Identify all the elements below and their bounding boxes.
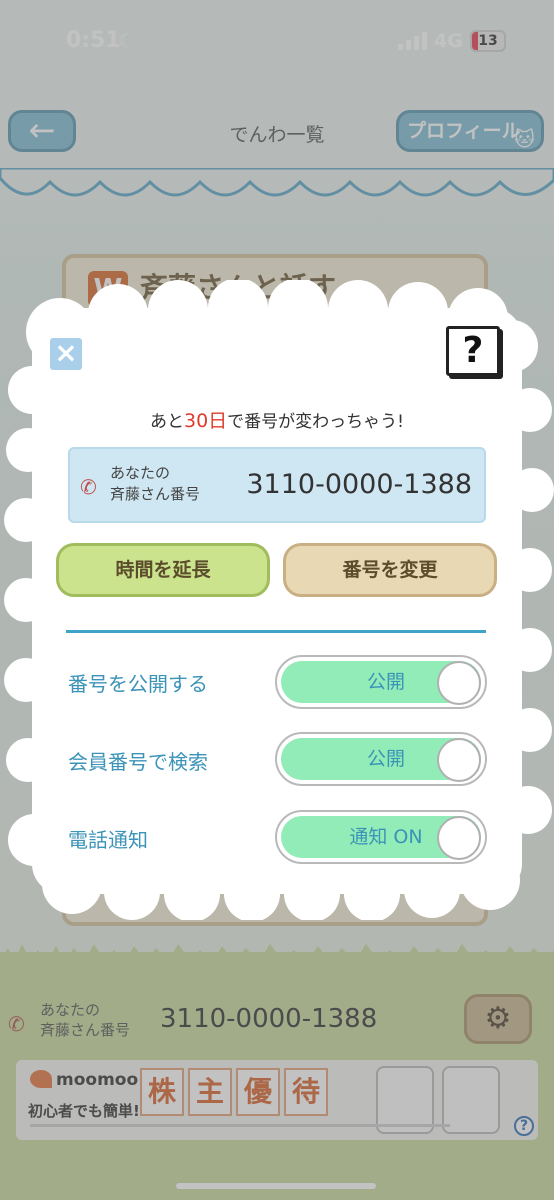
toggle-text: 通知 ON	[349, 826, 423, 848]
close-button[interactable]: ×	[50, 338, 82, 370]
toggle-knob[interactable]	[437, 661, 481, 705]
help-button[interactable]: ?	[446, 326, 500, 376]
my-number-label: あなたの 斉藤さん番号	[110, 463, 200, 505]
notice-suffix: で番号が変わっちゃう!	[227, 412, 404, 432]
extend-time-button[interactable]: 時間を延長	[56, 543, 270, 597]
help-icon: ?	[462, 330, 484, 371]
setting-label-member-search: 会員番号で検索	[68, 750, 208, 774]
toggle-knob[interactable]	[437, 816, 481, 860]
setting-label-publish-number: 番号を公開する	[68, 672, 208, 696]
number-change-notice: あと30日で番号が変わっちゃう!	[52, 406, 502, 433]
my-number-value: 3110-0000-1388	[246, 469, 472, 500]
notice-days: 30日	[183, 410, 228, 432]
toggle-publish-number[interactable]: 公開	[275, 655, 487, 709]
my-number-box: ✆ あなたの 斉藤さん番号 3110-0000-1388	[68, 447, 486, 523]
my-number-label-line2: 斉藤さん番号	[110, 485, 201, 503]
divider	[66, 630, 486, 633]
phone-icon: ✆	[80, 475, 97, 499]
close-icon: ×	[54, 336, 78, 369]
toggle-call-notification[interactable]: 通知 ON	[275, 810, 487, 864]
my-number-label-line1: あなたの	[110, 464, 171, 482]
toggle-text: 公開	[366, 671, 405, 693]
toggle-member-search[interactable]: 公開	[275, 732, 487, 786]
toggle-text: 公開	[366, 748, 405, 770]
notice-prefix: あと	[149, 412, 184, 432]
change-number-button[interactable]: 番号を変更	[283, 543, 497, 597]
setting-label-call-notification: 電話通知	[68, 828, 148, 852]
toggle-knob[interactable]	[437, 738, 481, 782]
